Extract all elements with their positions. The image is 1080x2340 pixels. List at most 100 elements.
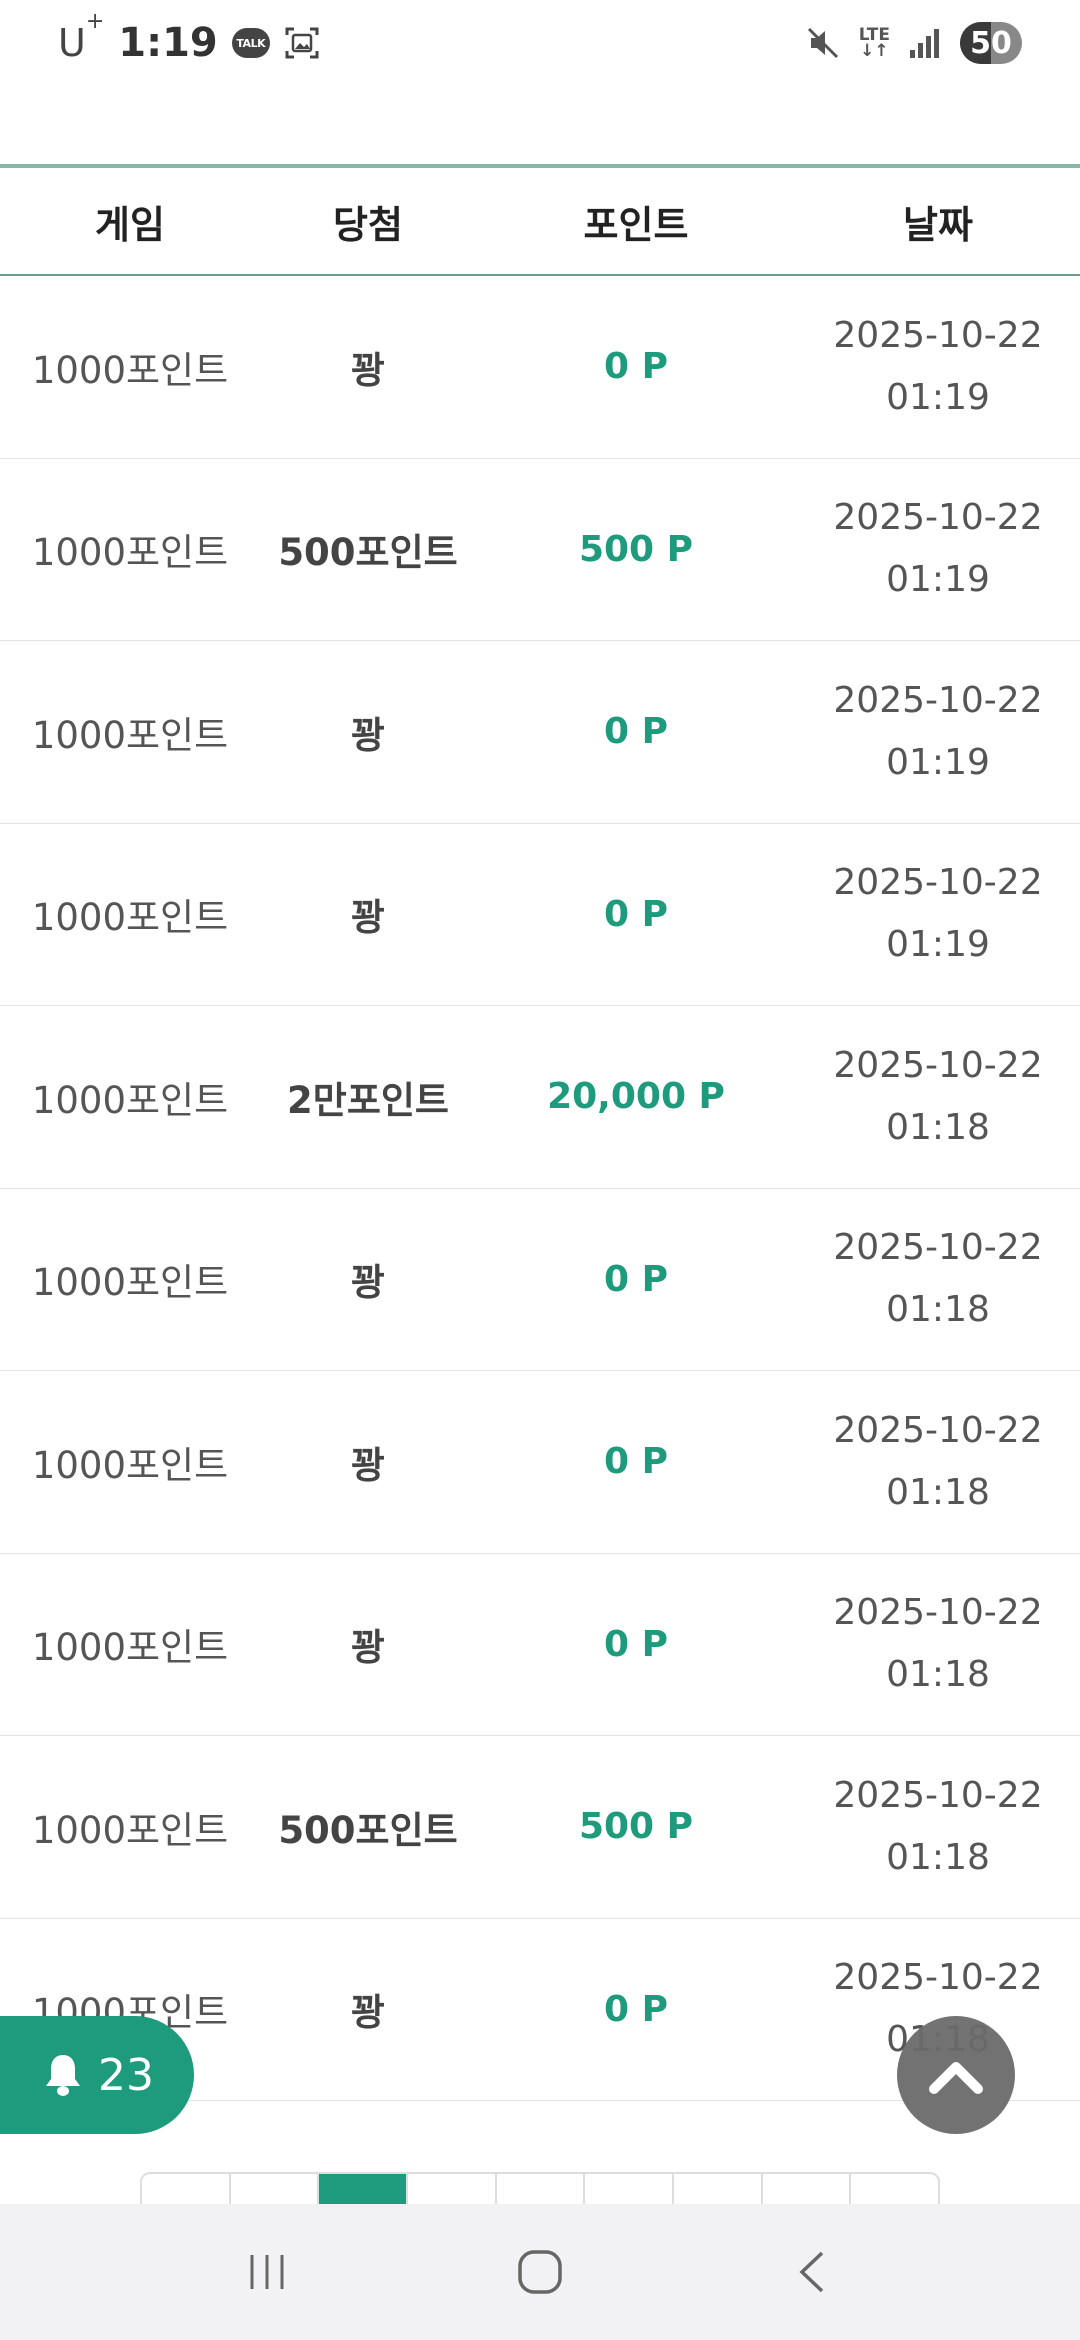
cell-date-day: 2025-10-22: [833, 679, 1043, 721]
bell-icon: [46, 2055, 80, 2096]
cell-date: 2025-10-22 01:19: [796, 670, 1080, 794]
history-table: 게임 당첨 포인트 날짜 1000포인트 꽝 0 P 2025-10-22 01:…: [0, 164, 1080, 2101]
cell-date-day: 2025-10-22: [833, 1592, 1043, 1634]
home-icon: [518, 2250, 562, 2294]
header-game: 게임: [95, 202, 165, 247]
cell-points: 500 P: [578, 1806, 694, 1848]
cell-win: 꽝: [350, 713, 386, 757]
cell-date: 2025-10-22 01:19: [796, 852, 1080, 976]
cell-date-time: 01:19: [886, 741, 990, 783]
cell-win: 꽝: [350, 1626, 386, 1670]
table-row: 1000포인트 500포인트 500 P 2025-10-22 01:19: [0, 459, 1080, 641]
cell-date-day: 2025-10-22: [833, 1957, 1043, 1999]
cell-win: 꽝: [350, 348, 386, 392]
cell-points: 0 P: [604, 346, 668, 388]
header-points: 포인트: [583, 202, 689, 247]
status-bar: U+ 1:19 TALK LTE ↓↑ 50: [0, 0, 1080, 88]
cell-date-time: 01:18: [886, 1836, 990, 1878]
scroll-top-button[interactable]: [897, 2016, 1015, 2134]
cell-date: 2025-10-22 01:18: [796, 1035, 1080, 1159]
cell-points: 0 P: [604, 1623, 668, 1665]
carrier-sup: +: [85, 9, 105, 35]
table-row: 1000포인트 꽝 0 P 2025-10-22 01:19: [0, 276, 1080, 459]
table-row: 1000포인트 500포인트 500 P 2025-10-22 01:18: [0, 1736, 1080, 1919]
cell-date-time: 01:18: [886, 1471, 990, 1513]
recent-apps-button[interactable]: [217, 2222, 317, 2322]
cell-date-day: 2025-10-22: [833, 1044, 1043, 1086]
cell-win: 꽝: [350, 1261, 386, 1305]
cell-game: 1000포인트: [31, 896, 229, 940]
cell-date-day: 2025-10-22: [833, 1409, 1043, 1451]
screenshot-icon: [285, 27, 319, 59]
mute-icon: [807, 27, 838, 59]
table-row: 1000포인트 꽝 0 P 2025-10-22 01:18: [0, 1189, 1080, 1371]
cell-points: 0 P: [604, 711, 668, 753]
cell-date-time: 01:19: [886, 924, 990, 966]
cell-game: 1000포인트: [31, 1626, 229, 1670]
cell-date-time: 01:18: [886, 1106, 990, 1148]
cell-date-day: 2025-10-22: [833, 1774, 1043, 1816]
cell-date: 2025-10-22 01:18: [796, 1400, 1080, 1524]
network-indicator: LTE ↓↑: [859, 27, 890, 61]
cell-game: 1000포인트: [31, 348, 229, 392]
cell-win: 500포인트: [278, 1808, 458, 1852]
cell-date: 2025-10-22 01:18: [796, 1765, 1080, 1889]
cell-date: 2025-10-22 01:19: [796, 487, 1080, 611]
cell-game: 1000포인트: [31, 1078, 229, 1122]
cell-win: 500포인트: [278, 531, 458, 575]
carrier-label: U+: [58, 9, 104, 65]
cell-win: 꽝: [350, 896, 386, 940]
table-row: 1000포인트 꽝 0 P 2025-10-22 01:18: [0, 1554, 1080, 1736]
recent-apps-icon: [250, 2255, 284, 2289]
header-date: 날짜: [903, 202, 973, 247]
cell-date-day: 2025-10-22: [833, 314, 1043, 356]
cell-points: 0 P: [604, 1258, 668, 1300]
cell-date-day: 2025-10-22: [833, 1227, 1043, 1269]
header-win: 당첨: [333, 202, 403, 247]
cell-points: 0 P: [604, 1988, 668, 2030]
cell-date-time: 01:18: [886, 1289, 990, 1331]
table-row: 1000포인트 꽝 0 P 2025-10-22 01:18: [0, 1371, 1080, 1554]
cell-game: 1000포인트: [31, 1808, 229, 1852]
cell-win: 2만포인트: [287, 1078, 449, 1122]
status-bar-right: LTE ↓↑ 50: [805, 18, 1022, 68]
chevron-up-icon: [929, 2062, 983, 2094]
table-row: 1000포인트 2만포인트 20,000 P 2025-10-22 01:18: [0, 1006, 1080, 1189]
cell-game: 1000포인트: [31, 713, 229, 757]
table-row: 1000포인트 꽝 0 P 2025-10-22 01:19: [0, 641, 1080, 824]
table-header: 게임 당첨 포인트 날짜: [0, 168, 1080, 276]
back-icon: [799, 2251, 824, 2293]
cell-game: 1000포인트: [31, 531, 229, 575]
cell-points: 500 P: [578, 528, 694, 570]
data-arrows-icon: ↓↑: [860, 41, 889, 61]
cell-win: 꽝: [350, 1443, 386, 1487]
cell-points: 0 P: [604, 1441, 668, 1483]
cell-win: 꽝: [350, 1991, 386, 2035]
notification-count: 23: [98, 2049, 154, 2101]
cell-date: 2025-10-22 01:18: [796, 1217, 1080, 1341]
back-button[interactable]: [763, 2222, 863, 2322]
status-time: 1:19: [118, 20, 218, 66]
cell-date-time: 01:19: [886, 559, 990, 601]
cell-date-day: 2025-10-22: [833, 862, 1043, 904]
kakaotalk-icon: TALK: [231, 28, 270, 58]
battery-indicator: 50: [960, 22, 1022, 64]
status-bar-left: U+ 1:19 TALK: [58, 9, 320, 68]
signal-icon: [910, 29, 939, 58]
cell-date: 2025-10-22 01:18: [796, 1582, 1080, 1706]
carrier-text: U: [58, 21, 86, 65]
cell-points: 0 P: [604, 893, 668, 935]
cell-game: 1000포인트: [31, 1443, 229, 1487]
battery-level: 50: [970, 25, 1012, 61]
cell-date: 2025-10-22 01:19: [796, 305, 1080, 429]
notification-button[interactable]: 23: [0, 2016, 194, 2134]
cell-points: 20,000 P: [547, 1076, 725, 1118]
table-row: 1000포인트 꽝 0 P 2025-10-22 01:19: [0, 824, 1080, 1006]
table-body: 1000포인트 꽝 0 P 2025-10-22 01:19 1000포인트 50…: [0, 276, 1080, 2101]
cell-date-time: 01:19: [886, 376, 990, 418]
cell-date-day: 2025-10-22: [833, 497, 1043, 539]
cell-game: 1000포인트: [31, 1261, 229, 1305]
system-nav-bar: [0, 2204, 1080, 2340]
home-button[interactable]: [490, 2222, 590, 2322]
cell-date-time: 01:18: [886, 1654, 990, 1696]
